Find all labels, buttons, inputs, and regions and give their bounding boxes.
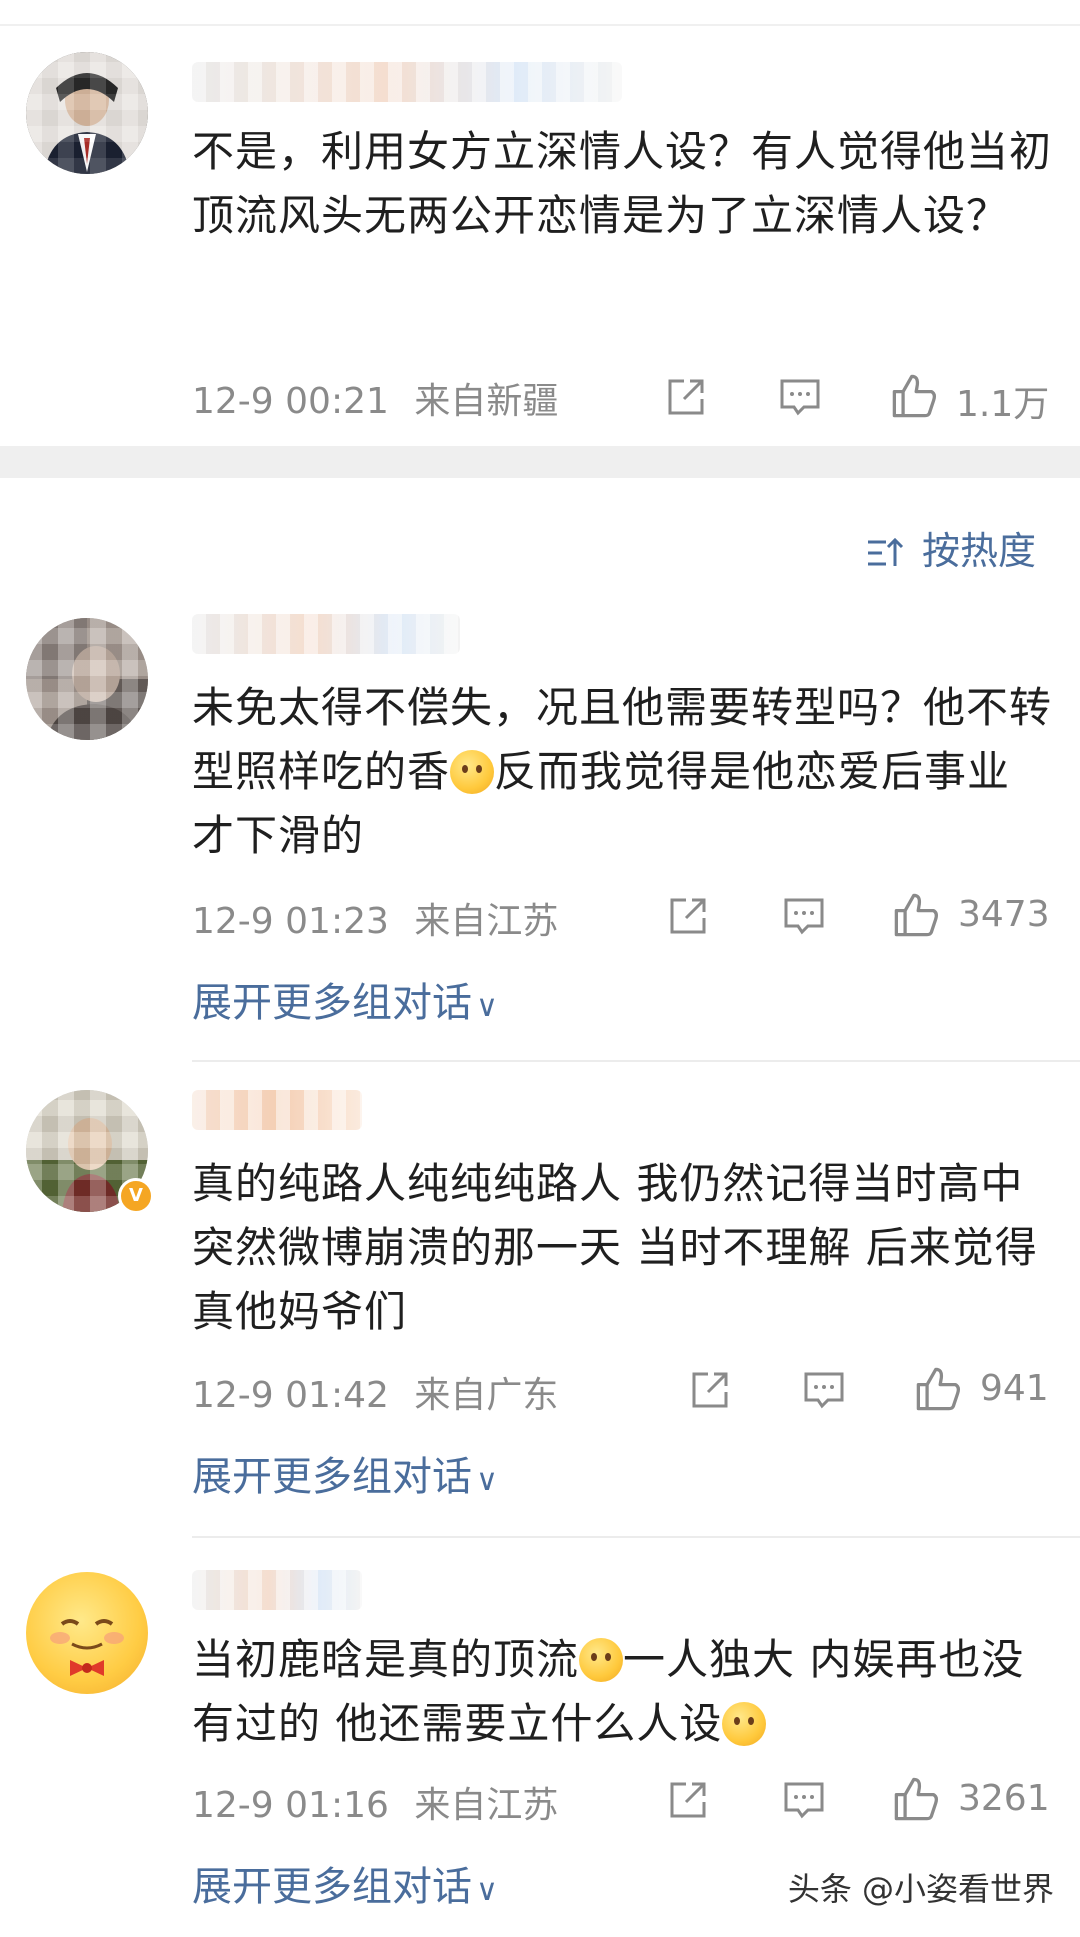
comment-text: 不是，利用女方立深情人设？有人觉得他当初顶流风头无两公开恋情是为了立深情人设？ — [192, 127, 1053, 240]
like-count: 1.1万 — [956, 384, 1050, 425]
comment-time: 12-9 01:23 — [192, 901, 389, 942]
moved-emoji-icon — [722, 1702, 767, 1746]
avatar[interactable] — [26, 618, 148, 740]
like-count: 3473 — [958, 894, 1050, 935]
top-divider — [0, 24, 1080, 26]
expand-label: 展开更多组对话 — [192, 1864, 472, 1910]
chevron-down-icon: ∨ — [476, 1873, 498, 1908]
comment-time: 12-9 00:21 — [192, 381, 389, 422]
comment-meta: 12-9 00:21 来自新疆 — [192, 372, 558, 424]
section-separator — [0, 446, 1080, 478]
like-icon[interactable] — [890, 372, 938, 420]
comment-text: 当初鹿晗是真的顶流 一人独大 内娱再也没有过的 他还需要立什么人设 — [192, 1628, 1052, 1756]
comment-time: 12-9 01:16 — [192, 1785, 389, 1826]
avatar-mosaic — [26, 618, 148, 740]
comment-text-part-1: 当初鹿晗是真的顶流 — [192, 1635, 580, 1684]
expand-conversation-link[interactable]: 展开更多组对话 ∨ — [192, 970, 498, 1028]
comment-meta: 12-9 01:16 来自江苏 — [192, 1776, 558, 1828]
comment-time: 12-9 01:42 — [192, 1375, 389, 1416]
avatar[interactable] — [26, 52, 148, 174]
source-watermark: 头条 @小姿看世界 — [787, 1870, 1054, 1908]
sort-toggle[interactable]: 按热度 — [866, 520, 1036, 575]
share-icon[interactable] — [664, 375, 708, 419]
share-icon[interactable] — [666, 894, 710, 938]
avatar-image — [50, 1619, 124, 1676]
username-redacted[interactable] — [192, 62, 622, 102]
like-icon[interactable] — [892, 1775, 940, 1823]
avatar[interactable] — [26, 1572, 148, 1694]
comment-location: 来自广东 — [414, 1375, 559, 1416]
sort-icon — [867, 537, 903, 566]
expand-label: 展开更多组对话 — [192, 1454, 472, 1500]
expand-conversation-link[interactable]: 展开更多组对话 ∨ — [192, 1854, 498, 1912]
username-redacted[interactable] — [192, 614, 460, 654]
comment-icon[interactable] — [782, 894, 826, 938]
sort-label: 按热度 — [921, 529, 1036, 573]
comment-location: 来自江苏 — [414, 901, 559, 942]
like-icon[interactable] — [914, 1365, 962, 1413]
comment-divider — [192, 1060, 1080, 1062]
comment-text: 真的纯路人纯纯纯路人 我仍然记得当时高中突然微博崩溃的那一天 当时不理解 后来觉… — [192, 1159, 1038, 1336]
like-icon[interactable] — [892, 891, 940, 939]
laugh-cry-emoji-icon — [450, 750, 495, 794]
share-icon[interactable] — [688, 1368, 732, 1412]
comment-icon[interactable] — [778, 375, 822, 419]
moved-emoji-icon — [579, 1638, 624, 1682]
chevron-down-icon: ∨ — [476, 989, 498, 1024]
chevron-down-icon: ∨ — [476, 1463, 498, 1498]
username-redacted[interactable] — [192, 1570, 362, 1610]
avatar-mosaic — [26, 52, 148, 174]
comment-icon[interactable] — [802, 1368, 846, 1412]
verified-badge-icon: V — [118, 1178, 154, 1214]
comment-location: 来自江苏 — [414, 1785, 559, 1826]
comment-meta: 12-9 01:23 来自江苏 — [192, 892, 558, 944]
comment-location: 来自新疆 — [414, 381, 559, 422]
comment-text: 未免太得不偿失，况且他需要转型吗？他不转型照样吃的香 反而我觉得是他恋爱后事业才下… — [192, 676, 1052, 868]
username-redacted[interactable] — [192, 1090, 362, 1130]
like-count: 3261 — [958, 1778, 1050, 1819]
like-count: 941 — [980, 1368, 1049, 1409]
comment-divider — [192, 1536, 1080, 1538]
comment-meta: 12-9 01:42 来自广东 — [192, 1366, 558, 1418]
share-icon[interactable] — [666, 1778, 710, 1822]
expand-conversation-link[interactable]: 展开更多组对话 ∨ — [192, 1444, 498, 1502]
comment-icon[interactable] — [782, 1778, 826, 1822]
expand-label: 展开更多组对话 — [192, 980, 472, 1026]
